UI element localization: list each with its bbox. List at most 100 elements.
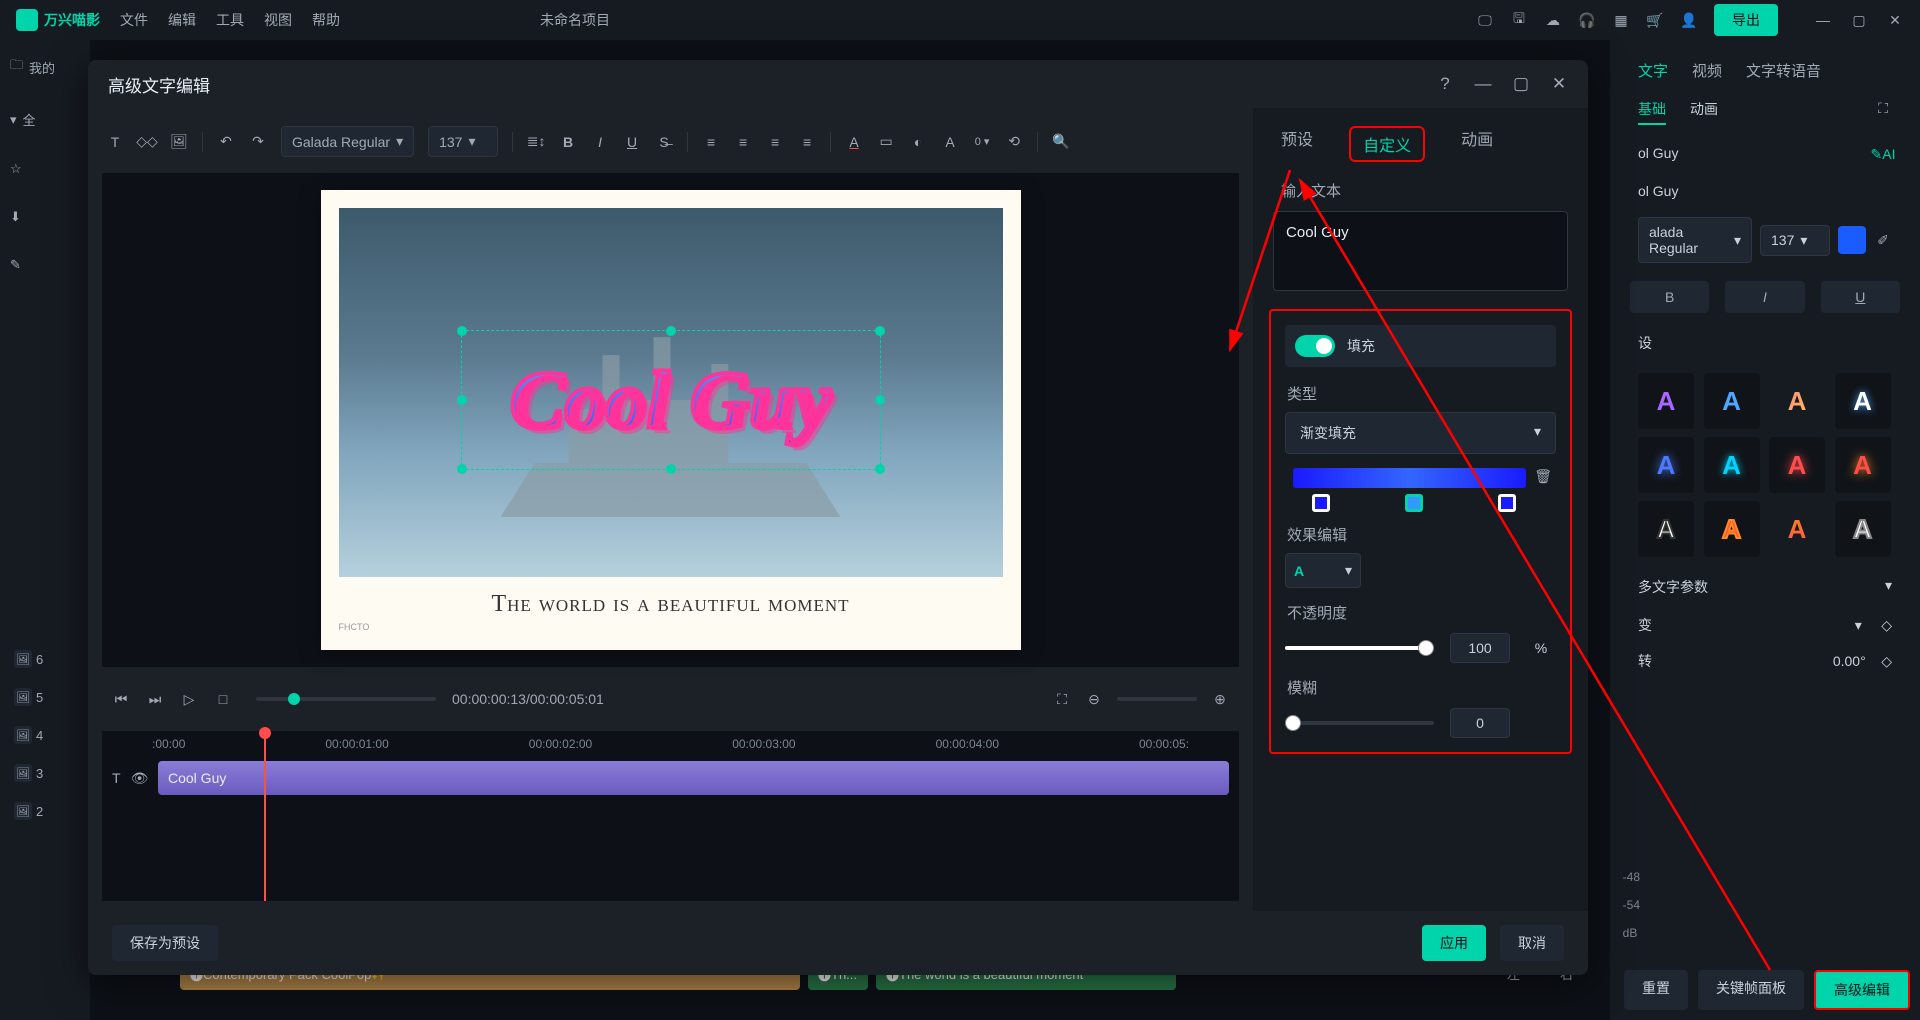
text-selection-box[interactable] — [461, 330, 881, 470]
rp-tab-tts[interactable]: 文字转语音 — [1746, 60, 1821, 81]
preset-a12[interactable]: A — [1835, 501, 1891, 557]
align-justify-icon[interactable]: ≡ — [798, 133, 816, 151]
opacity-100-label[interactable]: 0 ▾ — [973, 133, 991, 151]
modal-close-icon[interactable]: ✕ — [1550, 75, 1568, 93]
text-color-icon[interactable]: A — [845, 133, 863, 151]
zoom-out-icon[interactable]: ⊖ — [1085, 690, 1103, 708]
rp-tab-video[interactable]: 视频 — [1692, 60, 1722, 81]
shape-tool-icon[interactable]: ◇͏◇ — [138, 133, 156, 151]
menu-file[interactable]: 文件 — [120, 10, 148, 30]
reset-icon[interactable]: ⟲ — [1005, 133, 1023, 151]
cloud-icon[interactable]: ☁ — [1544, 11, 1562, 29]
italic-icon[interactable]: I — [591, 133, 609, 151]
headset-icon[interactable]: 🎧 — [1578, 11, 1596, 29]
save-preset-button[interactable]: 保存为预设 — [112, 925, 218, 961]
gradient-stop-3[interactable] — [1498, 494, 1516, 512]
sidebar-download-icon[interactable]: ⬇ — [0, 193, 90, 241]
strike-icon[interactable]: S̶ — [655, 133, 673, 151]
preset-a4[interactable]: A — [1835, 373, 1891, 429]
underline-icon[interactable]: U — [623, 133, 641, 151]
effect-select[interactable]: A▾ — [1285, 553, 1361, 588]
bold-icon[interactable]: B — [559, 133, 577, 151]
crop-icon[interactable]: ⛶ — [1053, 690, 1071, 708]
user-icon[interactable]: 👤 — [1680, 11, 1698, 29]
side-tab-custom[interactable]: 自定义 — [1349, 126, 1425, 162]
rp-tab-text[interactable]: 文字 — [1638, 60, 1668, 81]
image-tool-icon[interactable]: 🖼 — [170, 133, 188, 151]
zoom-in-icon[interactable]: ⊕ — [1211, 690, 1229, 708]
gradient-icon[interactable]: ◐ — [909, 133, 927, 151]
track-icon-5[interactable]: 🖼5 — [10, 678, 70, 716]
cart-icon[interactable]: 🛒 — [1646, 11, 1664, 29]
apply-button[interactable]: 应用 — [1422, 925, 1486, 961]
fill-toggle[interactable] — [1295, 335, 1335, 357]
preset-a11[interactable]: A — [1769, 501, 1825, 557]
prev-frame-icon[interactable]: ⏮ — [112, 690, 130, 708]
preset-a3[interactable]: A — [1769, 373, 1825, 429]
menu-tools[interactable]: 工具 — [216, 10, 244, 30]
search-icon[interactable]: 🔍 — [1052, 133, 1070, 151]
opacity-slider[interactable] — [1285, 646, 1434, 650]
ai-icon[interactable]: ✎AI — [1874, 145, 1892, 163]
rp-fontsize[interactable]: 137 ▾ — [1760, 225, 1830, 256]
rp-font-select[interactable]: alada Regular ▾ — [1638, 217, 1752, 263]
fontsize-select[interactable]: 137 ▾ — [428, 126, 498, 157]
close-window-icon[interactable]: ✕ — [1886, 11, 1904, 29]
letter-a-icon[interactable]: A — [941, 133, 959, 151]
help-icon[interactable]: ? — [1436, 75, 1454, 93]
eyedropper-icon[interactable]: ✐ — [1874, 231, 1892, 249]
rp-italic[interactable]: I — [1725, 281, 1804, 313]
blur-value[interactable]: 0 — [1450, 708, 1510, 738]
preset-a1[interactable]: A — [1638, 373, 1694, 429]
expand-icon[interactable]: ⛶ — [1874, 99, 1892, 117]
play-icon[interactable]: ▷ — [180, 690, 198, 708]
sidebar-my[interactable]: 🗀 我的 — [0, 40, 90, 94]
track-icon-2[interactable]: 🖼2 — [10, 792, 70, 830]
maximize-icon[interactable]: ▢ — [1850, 11, 1868, 29]
modal-minimize-icon[interactable]: — — [1474, 75, 1492, 93]
linespace-icon[interactable]: ≣↕ — [527, 133, 545, 151]
blur-slider[interactable] — [1285, 721, 1434, 725]
preset-a2[interactable]: A — [1704, 373, 1760, 429]
timeline-clip[interactable]: Cool Guy — [158, 761, 1229, 795]
gradient-stop-1[interactable] — [1312, 494, 1330, 512]
sidebar-fav-icon[interactable]: ☆ — [0, 145, 90, 193]
sidebar-all[interactable]: ▾ 全 — [0, 94, 90, 145]
track-text-icon[interactable]: T — [112, 769, 121, 787]
font-select[interactable]: Galada Regular ▾ — [281, 126, 414, 157]
preset-a8[interactable]: A — [1835, 437, 1891, 493]
chevron-down-icon[interactable]: ▾ — [1885, 577, 1892, 597]
preset-a10[interactable]: A — [1704, 501, 1760, 557]
rp-subtab-basic[interactable]: 基础 — [1638, 99, 1666, 125]
align-center-icon[interactable]: ≡ — [734, 133, 752, 151]
export-button[interactable]: 导出 — [1714, 4, 1778, 36]
fill-type-select[interactable]: 渐变填充▾ — [1285, 412, 1556, 454]
preset-a5[interactable]: A — [1638, 437, 1694, 493]
cancel-button[interactable]: 取消 — [1500, 925, 1564, 961]
redo-icon[interactable]: ↷ — [249, 133, 267, 151]
sidebar-edit-icon[interactable]: ✎ — [0, 241, 90, 289]
track-icon-3[interactable]: 🖼3 — [10, 754, 70, 792]
gradient-bar[interactable]: 🗑 — [1293, 468, 1526, 488]
undo-icon[interactable]: ↶ — [217, 133, 235, 151]
text-input-area[interactable]: Cool Guy — [1273, 211, 1568, 291]
align-right-icon[interactable]: ≡ — [766, 133, 784, 151]
stop-icon[interactable]: □ — [214, 690, 232, 708]
track-eye-icon[interactable]: 👁 — [131, 769, 149, 787]
next-frame-icon[interactable]: ⏭ — [146, 690, 164, 708]
preset-a9[interactable]: A — [1638, 501, 1694, 557]
side-tab-preset[interactable]: 预设 — [1281, 126, 1313, 162]
align-left-icon[interactable]: ≡ — [702, 133, 720, 151]
preset-a6[interactable]: A — [1704, 437, 1760, 493]
minimize-icon[interactable]: — — [1814, 11, 1832, 29]
menu-view[interactable]: 视图 — [264, 10, 292, 30]
save-icon[interactable]: 🖫 — [1510, 11, 1528, 29]
zoom-slider[interactable] — [256, 697, 436, 701]
scale-slider[interactable] — [1117, 697, 1197, 701]
apps-icon[interactable]: ▦ — [1612, 11, 1630, 29]
track-icon-6[interactable]: 🖼6 — [10, 640, 70, 678]
opacity-value[interactable]: 100 — [1450, 633, 1510, 663]
menu-help[interactable]: 帮助 — [312, 10, 340, 30]
track-icon-4[interactable]: 🖼4 — [10, 716, 70, 754]
preview-canvas[interactable]: Cool Guy The world is a beautiful — [102, 173, 1239, 667]
